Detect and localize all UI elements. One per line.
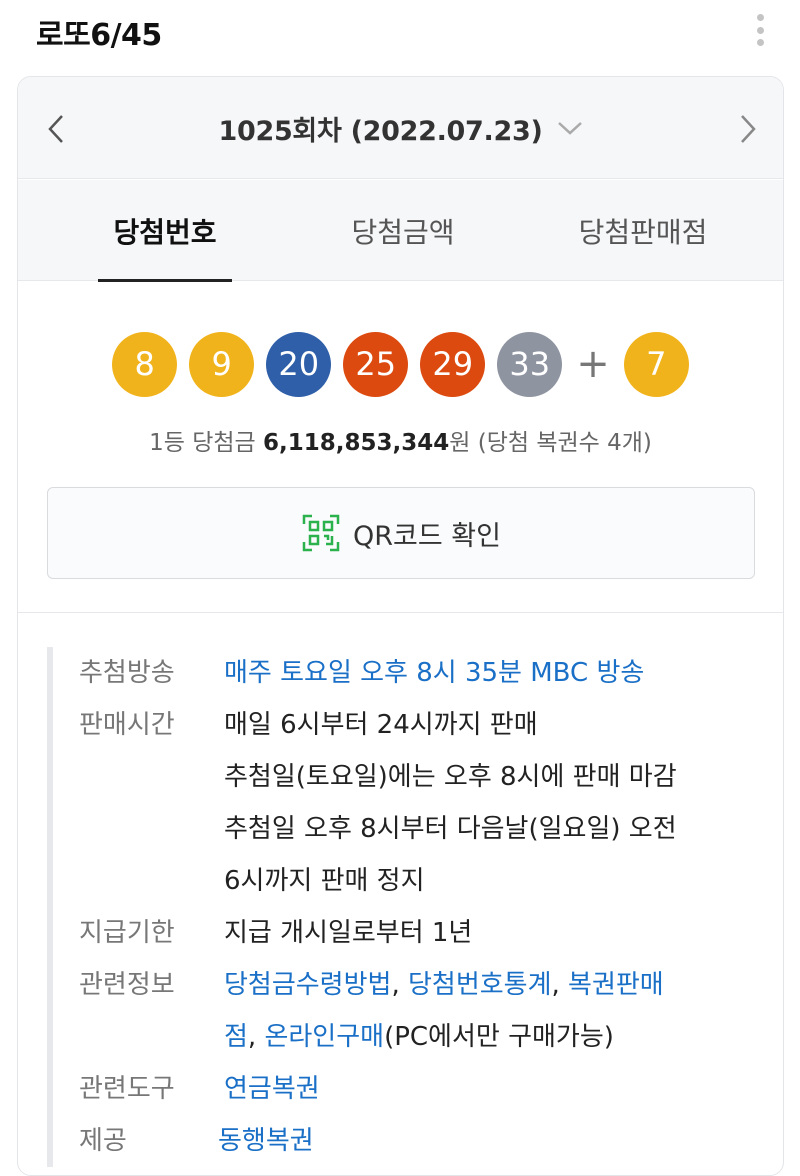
related-info-links: 당첨금수령방법, 당첨번호통계, 복권판매 점, 온라인구매(PC에서만 구매가…	[224, 959, 664, 1063]
online-purchase-note: (PC에서만 구매가능)	[384, 1022, 614, 1052]
lotto-info: 추첨방송 매주 토요일 오후 8시 35분 MBC 방송 판매시간 매일 6시부…	[47, 647, 767, 1167]
info-row-deadline: 지급기한 지급 개시일로부터 1년	[79, 907, 767, 959]
qr-code-icon	[302, 514, 340, 552]
chevron-down-icon	[557, 122, 582, 135]
sales-time-line: 추첨일 오후 8시부터 다음날(일요일) 오전	[224, 814, 677, 844]
info-row-sales-time: 판매시간 매일 6시부터 24시까지 판매 추첨일(토요일)에는 오후 8시에 …	[79, 699, 767, 907]
lottery-store-link[interactable]: 복권판매	[568, 970, 664, 1000]
link-separator: ,	[247, 1022, 265, 1052]
info-label: 지급기한	[79, 918, 175, 948]
tab-bar: 당첨번호 당첨금액 당첨판매점	[18, 180, 783, 282]
plus-sign: +	[576, 341, 610, 387]
tab-winning-numbers[interactable]: 당첨번호	[98, 180, 232, 282]
deadline-text: 지급 개시일로부터 1년	[224, 918, 473, 948]
sales-time-line: 6시까지 판매 정지	[224, 866, 425, 896]
info-label: 관련정보	[79, 970, 175, 1000]
sales-time-line: 매일 6시부터 24시까지 판매	[224, 710, 538, 740]
sales-time-text: 매일 6시부터 24시까지 판매 추첨일(토요일)에는 오후 8시에 판매 마감…	[224, 699, 677, 907]
sales-time-line: 추첨일(토요일)에는 오후 8시에 판매 마감	[224, 762, 677, 792]
link-separator: ,	[391, 970, 408, 1000]
info-row-related-tools: 관련도구 연금복권	[79, 1063, 767, 1115]
number-ball: 20	[266, 331, 332, 397]
qr-button-label: QR코드 확인	[353, 520, 501, 552]
tab-prize-amounts[interactable]: 당첨금액	[328, 180, 478, 281]
next-round-button[interactable]	[728, 109, 768, 149]
info-label: 제공	[79, 1126, 127, 1156]
claim-method-link[interactable]: 당첨금수령방법	[224, 970, 391, 1000]
lotto-card: 1025회차 (2022.07.23) 당첨번호 당첨금액 당첨판매점 8 9 …	[17, 76, 784, 1176]
online-purchase-link[interactable]: 온라인구매	[264, 1022, 384, 1052]
info-row-broadcast: 추첨방송 매주 토요일 오후 8시 35분 MBC 방송	[79, 647, 767, 699]
number-ball: 8	[112, 331, 178, 397]
winning-numbers: 8 9 20 25 29 33 + 7	[18, 331, 783, 397]
section-divider	[18, 612, 783, 613]
top-bar: 로또6/45	[0, 0, 800, 60]
round-selector[interactable]: 1025회차 (2022.07.23)	[18, 105, 783, 151]
broadcast-link[interactable]: 매주 토요일 오후 8시 35분 MBC 방송	[224, 647, 644, 699]
link-separator: ,	[551, 970, 569, 1000]
info-row-related-info: 관련정보 당첨금수령방법, 당첨번호통계, 복권판매 점, 온라인구매(PC에서…	[79, 959, 767, 1063]
info-label: 판매시간	[79, 710, 175, 740]
info-label: 관련도구	[79, 1074, 175, 1104]
prize-prefix: 1등 당첨금	[149, 430, 263, 456]
first-prize-summary: 1등 당첨금 6,118,853,344원 (당첨 복권수 4개)	[18, 423, 783, 457]
prize-suffix: 원 (당첨 복권수 4개)	[449, 430, 652, 456]
prize-amount: 6,118,853,344	[263, 430, 450, 456]
round-header: 1025회차 (2022.07.23)	[18, 77, 783, 179]
qr-check-button[interactable]: QR코드 확인	[47, 487, 755, 579]
number-stats-link[interactable]: 당첨번호통계	[408, 970, 552, 1000]
app-title: 로또6/45	[36, 18, 162, 53]
tab-winning-stores[interactable]: 당첨판매점	[553, 180, 733, 281]
number-ball: 29	[420, 331, 486, 397]
pension-lottery-link[interactable]: 연금복권	[224, 1063, 320, 1115]
more-options-icon[interactable]	[750, 12, 770, 48]
bonus-ball: 7	[623, 331, 689, 397]
number-ball: 33	[497, 331, 563, 397]
info-label: 추첨방송	[79, 658, 175, 688]
provider-link[interactable]: 동행복권	[218, 1115, 314, 1167]
chevron-right-icon	[741, 115, 756, 143]
round-title: 1025회차 (2022.07.23)	[218, 115, 543, 147]
number-ball: 25	[343, 331, 409, 397]
lottery-store-link-wrap[interactable]: 점	[224, 1022, 248, 1052]
info-row-provider: 제공 동행복권	[79, 1115, 767, 1167]
number-ball: 9	[189, 331, 255, 397]
